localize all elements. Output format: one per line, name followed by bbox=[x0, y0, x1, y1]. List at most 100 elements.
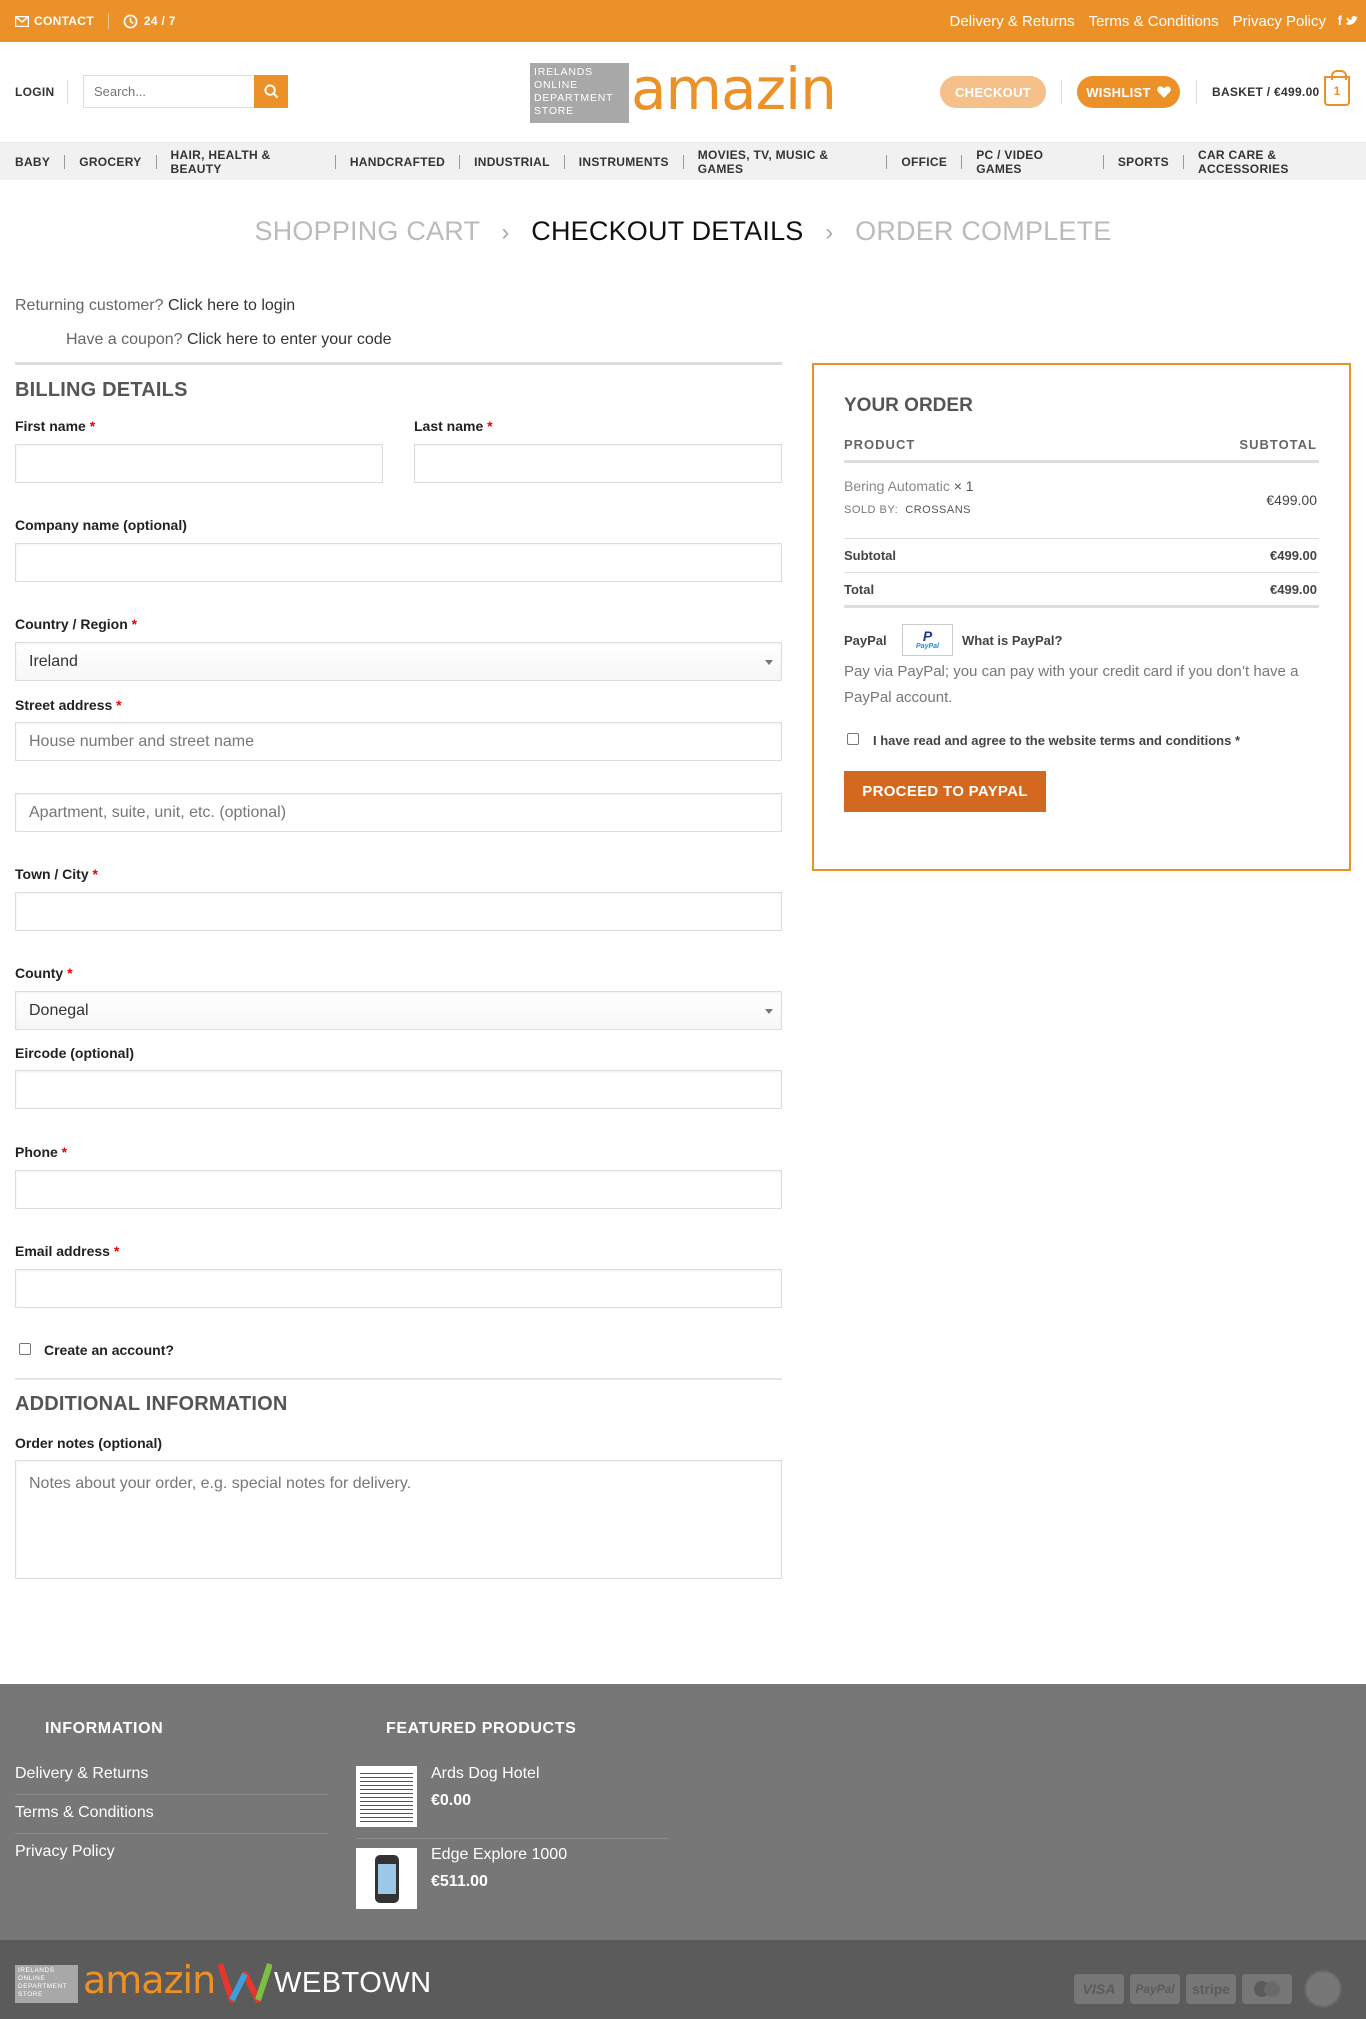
what-is-paypal-link[interactable]: What is PayPal? bbox=[962, 633, 1062, 648]
order-notes-textarea[interactable]: Notes about your order, e.g. special not… bbox=[15, 1460, 782, 1579]
required-mark: * bbox=[89, 418, 96, 434]
table-divider bbox=[844, 605, 1319, 608]
checkout-button[interactable]: CHECKOUT bbox=[940, 76, 1046, 108]
nav-item-baby[interactable]: BABY bbox=[15, 155, 79, 169]
search-button[interactable] bbox=[254, 75, 288, 108]
terms-text[interactable]: I have read and agree to the website ter… bbox=[873, 733, 1231, 748]
required-mark: * bbox=[1234, 733, 1240, 748]
basket-count-icon[interactable]: 1 bbox=[1324, 70, 1350, 106]
town-label: Town / City * bbox=[15, 866, 98, 882]
apartment-field[interactable]: Apartment, suite, unit, etc. (optional) bbox=[15, 793, 782, 832]
login-toggle-link[interactable]: Click here to login bbox=[168, 297, 295, 314]
order-notes-label: Order notes (optional) bbox=[15, 1435, 162, 1451]
product-name[interactable]: Ards Dog Hotel bbox=[431, 1765, 540, 1783]
product-thumbnail[interactable] bbox=[356, 1848, 417, 1909]
contact-link[interactable]: CONTACT bbox=[15, 14, 94, 28]
nav-item-grocery[interactable]: GROCERY bbox=[79, 155, 170, 169]
site-header: LOGIN IRELANDS ONLINE DEPARTMENT STORE a… bbox=[0, 42, 1366, 142]
last-name-field[interactable] bbox=[414, 444, 782, 483]
phone-field[interactable] bbox=[15, 1170, 782, 1209]
nav-item-office[interactable]: OFFICE bbox=[901, 155, 976, 169]
chevron-right-icon: › bbox=[501, 219, 510, 246]
visa-icon: VISA bbox=[1074, 1974, 1124, 2004]
header-divider bbox=[1196, 80, 1197, 104]
create-account-checkbox[interactable] bbox=[19, 1343, 31, 1355]
envelope-icon bbox=[15, 15, 29, 27]
required-mark: * bbox=[61, 1144, 68, 1160]
email-text: Email address bbox=[15, 1243, 110, 1259]
search-box bbox=[83, 75, 288, 108]
search-input[interactable] bbox=[84, 76, 254, 107]
proceed-to-paypal-button[interactable]: PROCEED TO PAYPAL bbox=[844, 771, 1046, 812]
order-notes-placeholder: Notes about your order, e.g. special not… bbox=[29, 1475, 412, 1492]
town-field[interactable] bbox=[15, 892, 782, 931]
terms-checkbox[interactable] bbox=[847, 733, 859, 745]
row-divider bbox=[844, 572, 1319, 573]
nav-item-hair-health-beauty[interactable]: HAIR, HEALTH & BEAUTY bbox=[171, 148, 350, 176]
login-link[interactable]: LOGIN bbox=[15, 85, 55, 99]
terms-conditions-link[interactable]: Terms & Conditions bbox=[1089, 13, 1219, 30]
nav-item-industrial[interactable]: INDUSTRIAL bbox=[474, 155, 579, 169]
privacy-policy-link[interactable]: Privacy Policy bbox=[1233, 13, 1326, 30]
required-mark: * bbox=[487, 418, 493, 434]
hours-label: 24 / 7 bbox=[143, 14, 176, 28]
country-label: Country / Region * bbox=[15, 616, 137, 632]
footer-delivery-link[interactable]: Delivery & Returns bbox=[15, 1765, 328, 1783]
email-field[interactable] bbox=[15, 1269, 782, 1308]
phone-label: Phone * bbox=[15, 1144, 67, 1160]
vendor-name[interactable]: CROSSANS bbox=[905, 504, 971, 516]
step-checkout-details[interactable]: CHECKOUT DETAILS bbox=[531, 216, 803, 246]
facebook-icon[interactable]: f bbox=[1338, 13, 1342, 28]
first-name-field[interactable] bbox=[15, 444, 383, 483]
order-review-box: YOUR ORDER PRODUCT SUBTOTAL Bering Autom… bbox=[812, 363, 1351, 871]
chevron-right-icon: › bbox=[825, 219, 834, 246]
returning-prefix: Returning customer? bbox=[15, 297, 164, 314]
coupon-toggle-link[interactable]: Click here to enter your code bbox=[187, 331, 392, 348]
site-logo[interactable]: IRELANDS ONLINE DEPARTMENT STORE amazin bbox=[530, 55, 837, 123]
last-name-label: Last name * bbox=[414, 418, 493, 434]
step-order-complete: ORDER COMPLETE bbox=[855, 216, 1112, 246]
county-value: Donegal bbox=[29, 1001, 89, 1019]
twitter-icon[interactable] bbox=[1346, 16, 1358, 26]
top-bar: CONTACT 24 / 7 Delivery & Returns Terms … bbox=[0, 0, 1366, 42]
nav-item-pc-video-games[interactable]: PC / VIDEO GAMES bbox=[976, 148, 1118, 176]
county-select[interactable]: Donegal bbox=[15, 991, 782, 1030]
product-price: €0.00 bbox=[431, 1792, 472, 1809]
nav-item-instruments[interactable]: INSTRUMENTS bbox=[579, 155, 698, 169]
nav-item-car-care[interactable]: CAR CARE & ACCESSORIES bbox=[1198, 148, 1366, 176]
top-bar-divider bbox=[107, 13, 109, 29]
phone-text: Phone bbox=[15, 1144, 58, 1160]
paypal-logo-icon: P PayPal bbox=[902, 624, 953, 656]
contact-label: CONTACT bbox=[34, 14, 94, 28]
eircode-field[interactable] bbox=[15, 1070, 782, 1109]
company-field[interactable] bbox=[15, 543, 782, 582]
information-title: INFORMATION bbox=[45, 1720, 164, 1737]
country-value: Ireland bbox=[29, 652, 78, 670]
required-mark: * bbox=[131, 616, 138, 632]
basket-link[interactable]: BASKET / €499.00 bbox=[1212, 85, 1320, 99]
eircode-label: Eircode (optional) bbox=[15, 1045, 134, 1061]
country-select[interactable]: Ireland bbox=[15, 642, 782, 681]
footer-divider bbox=[356, 1838, 669, 1839]
webtown-wordmark: WEBTOWN bbox=[274, 1967, 432, 1999]
delivery-returns-link[interactable]: Delivery & Returns bbox=[950, 13, 1075, 30]
nav-item-movies-tv-music-games[interactable]: MOVIES, TV, MUSIC & GAMES bbox=[698, 148, 902, 176]
sold-by: SOLD BY: CROSSANS bbox=[844, 504, 971, 516]
step-shopping-cart[interactable]: SHOPPING CART bbox=[255, 216, 480, 246]
order-item-name: Bering Automatic × 1 bbox=[844, 478, 974, 494]
footer-privacy-link[interactable]: Privacy Policy bbox=[15, 1843, 328, 1861]
nav-item-sports[interactable]: SPORTS bbox=[1118, 155, 1198, 169]
product-thumbnail[interactable] bbox=[356, 1766, 417, 1827]
nav-item-handcrafted[interactable]: HANDCRAFTED bbox=[350, 155, 474, 169]
returning-customer-notice: Returning customer? Click here to login bbox=[15, 297, 295, 315]
street-address-field[interactable]: House number and street name bbox=[15, 722, 782, 761]
product-name[interactable]: Edge Explore 1000 bbox=[431, 1846, 567, 1864]
wishlist-button[interactable]: WISHLIST bbox=[1077, 76, 1180, 108]
subtotal-label: Subtotal bbox=[844, 548, 896, 563]
paypal-method-label[interactable]: PayPal bbox=[844, 633, 887, 648]
footer-terms-link[interactable]: Terms & Conditions bbox=[15, 1804, 328, 1822]
table-divider bbox=[844, 460, 1319, 463]
coupon-notice: Have a coupon? Click here to enter your … bbox=[66, 331, 392, 349]
required-mark: * bbox=[92, 866, 98, 882]
header-divider bbox=[1061, 80, 1062, 104]
